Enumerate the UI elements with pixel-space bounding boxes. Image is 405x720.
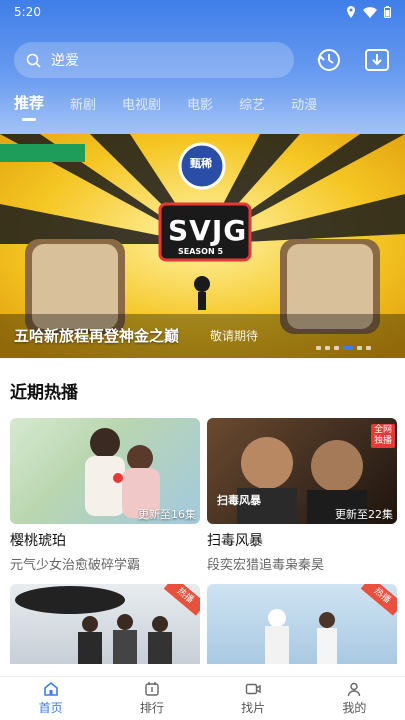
status-time: 5:20 bbox=[14, 5, 41, 19]
pagination-dot[interactable] bbox=[316, 346, 321, 350]
show-poster[interactable]: 扫毒风暴 全网独播 更新至22集 bbox=[207, 418, 397, 524]
battery-icon bbox=[384, 6, 391, 18]
pagination-dot[interactable] bbox=[357, 346, 362, 350]
nav-label: 首页 bbox=[38, 701, 63, 715]
poster-title: 扫毒风暴 bbox=[217, 494, 261, 507]
banner-pagination bbox=[316, 346, 371, 350]
show-title: 扫毒风暴 bbox=[207, 533, 263, 549]
history-button[interactable] bbox=[314, 45, 344, 75]
banner-logo: SVJG bbox=[168, 214, 248, 247]
tab-tv-series[interactable]: 电视剧 bbox=[122, 94, 161, 113]
tab-recommend[interactable]: 推荐 bbox=[14, 92, 44, 121]
section-title: 近期热播 bbox=[10, 383, 78, 403]
episode-count: 更新至22集 bbox=[335, 508, 393, 521]
hero-banner[interactable]: 甄稀 SVJG SEASON 5 五哈新旅程再登神金之巅 敬请期待 bbox=[0, 134, 405, 358]
show-description: 段奕宏猎追毒枭秦昊 bbox=[207, 558, 325, 573]
nav-profile[interactable]: 我的 bbox=[324, 681, 384, 716]
show-card-partial[interactable]: 热播 bbox=[207, 584, 397, 664]
history-icon bbox=[317, 49, 340, 71]
show-card-partial[interactable]: 热播 bbox=[10, 584, 200, 664]
search-input[interactable]: 逆爱 bbox=[14, 42, 294, 78]
poster-artwork bbox=[265, 609, 337, 664]
category-tabs: 推荐 新剧 电视剧 电影 综艺 动漫 bbox=[14, 92, 343, 121]
show-card[interactable]: 扫毒风暴 全网独播 更新至22集 扫毒风暴 段奕宏猎追毒枭秦昊 bbox=[207, 418, 397, 573]
show-card[interactable]: 更新至16集 樱桃琥珀 元气少女治愈破碎学霸 bbox=[10, 418, 200, 573]
pagination-dot-active[interactable] bbox=[343, 346, 353, 350]
search-icon bbox=[26, 53, 41, 68]
poster-artwork bbox=[15, 586, 172, 664]
search-row: 逆爱 bbox=[14, 42, 394, 78]
nav-label: 我的 bbox=[342, 701, 367, 715]
banner-subtitle: 敬请期待 bbox=[210, 329, 259, 343]
pagination-dot[interactable] bbox=[334, 346, 339, 350]
show-description: 元气少女治愈破碎学霸 bbox=[10, 558, 141, 573]
nav-label: 排行 bbox=[139, 701, 164, 715]
banner-caption: 五哈新旅程再登神金之巅 bbox=[14, 327, 180, 345]
pagination-dot[interactable] bbox=[366, 346, 371, 350]
wifi-icon bbox=[363, 6, 377, 18]
ranking-icon bbox=[145, 682, 159, 696]
nav-home[interactable]: 首页 bbox=[21, 681, 81, 716]
banner-brand: 甄稀 bbox=[190, 157, 212, 170]
location-icon bbox=[347, 6, 355, 18]
nav-label: 找片 bbox=[241, 701, 266, 715]
video-icon bbox=[245, 683, 261, 695]
nav-ranking[interactable]: 排行 bbox=[122, 681, 182, 716]
search-query: 逆爱 bbox=[51, 53, 79, 69]
show-title: 樱桃琥珀 bbox=[10, 533, 66, 549]
download-icon bbox=[365, 49, 389, 71]
bottom-nav: 首页 排行 找片 我的 bbox=[0, 676, 405, 720]
show-poster[interactable]: 更新至16集 bbox=[10, 418, 200, 524]
tab-movies[interactable]: 电影 bbox=[187, 94, 213, 113]
episode-count: 更新至16集 bbox=[138, 508, 196, 521]
banner-season: SEASON 5 bbox=[178, 247, 224, 256]
nav-find[interactable]: 找片 bbox=[223, 681, 283, 716]
download-button[interactable] bbox=[362, 45, 392, 75]
tab-variety[interactable]: 综艺 bbox=[239, 94, 265, 113]
status-bar: 5:20 bbox=[0, 0, 405, 24]
tab-new-series[interactable]: 新剧 bbox=[70, 94, 96, 113]
tab-anime[interactable]: 动漫 bbox=[291, 94, 317, 113]
exclusive-badge: 全网独播 bbox=[371, 424, 395, 448]
home-icon bbox=[43, 681, 58, 696]
status-icons bbox=[346, 6, 391, 18]
pagination-dot[interactable] bbox=[325, 346, 330, 350]
user-icon bbox=[348, 682, 361, 697]
